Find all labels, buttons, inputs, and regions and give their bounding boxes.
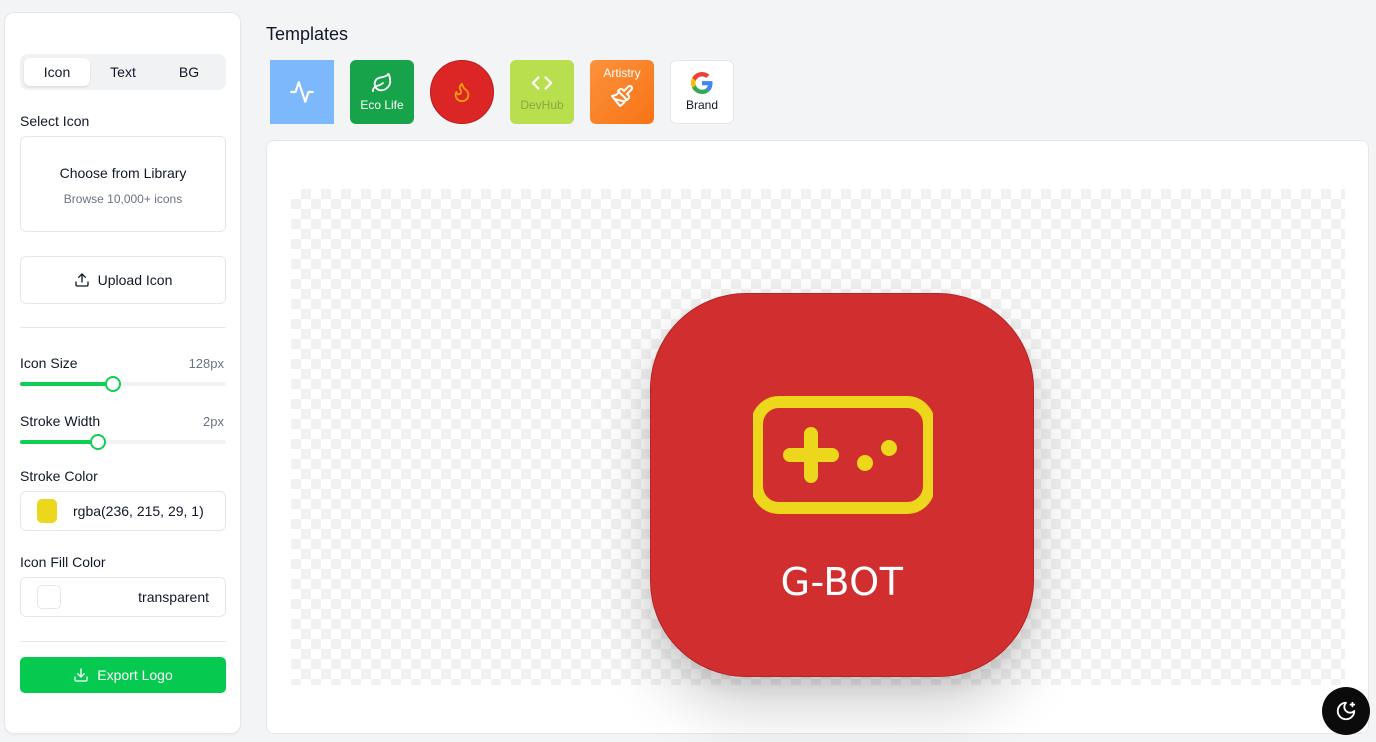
preview-canvas: G-BOT bbox=[266, 140, 1369, 734]
sidebar-tabs: Icon Text BG bbox=[20, 54, 226, 90]
divider bbox=[20, 641, 226, 642]
tab-icon[interactable]: Icon bbox=[24, 58, 90, 86]
export-logo-button[interactable]: Export Logo bbox=[20, 657, 226, 693]
slider-fill bbox=[20, 382, 113, 386]
activity-icon bbox=[290, 81, 314, 103]
template-label: Artistry bbox=[603, 66, 641, 80]
fill-color-label: Icon Fill Color bbox=[20, 554, 106, 570]
template-label: Brand bbox=[685, 98, 719, 112]
download-icon bbox=[74, 668, 88, 682]
icon-size-slider[interactable] bbox=[20, 376, 226, 392]
code-icon bbox=[531, 76, 553, 90]
select-icon-label: Select Icon bbox=[20, 113, 90, 129]
slider-fill bbox=[20, 440, 99, 444]
stroke-color-swatch[interactable] bbox=[37, 499, 57, 523]
fill-color-swatch[interactable] bbox=[37, 585, 61, 609]
template-label: Eco Life bbox=[360, 98, 404, 112]
fill-color-picker[interactable]: transparent bbox=[20, 577, 226, 617]
export-logo-label: Export Logo bbox=[97, 667, 173, 683]
template-flame[interactable] bbox=[430, 60, 494, 124]
template-brand[interactable]: Brand bbox=[670, 60, 734, 124]
template-label: DevHub bbox=[520, 98, 564, 112]
google-icon bbox=[691, 72, 713, 94]
fill-color-value: transparent bbox=[138, 589, 209, 605]
upload-icon bbox=[74, 273, 89, 287]
template-eco-life[interactable]: Eco Life bbox=[350, 60, 414, 124]
template-devhub[interactable]: DevHub bbox=[510, 60, 574, 124]
library-subtitle: Browse 10,000+ icons bbox=[63, 192, 183, 206]
stroke-width-slider[interactable] bbox=[20, 434, 226, 450]
upload-icon-button[interactable]: Upload Icon bbox=[20, 256, 226, 304]
template-activity[interactable] bbox=[270, 60, 334, 124]
transparency-checkerboard: G-BOT bbox=[291, 189, 1345, 685]
icon-size-value: 128px bbox=[188, 356, 224, 371]
template-artistry[interactable]: Artistry bbox=[590, 60, 654, 124]
upload-icon-label: Upload Icon bbox=[97, 272, 173, 288]
stroke-color-label: Stroke Color bbox=[20, 468, 98, 484]
leaf-icon bbox=[371, 72, 392, 93]
logo-text: G-BOT bbox=[780, 560, 904, 604]
theme-toggle-button[interactable] bbox=[1322, 687, 1370, 735]
icon-size-label: Icon Size bbox=[20, 355, 78, 371]
paintbrush-icon bbox=[611, 85, 633, 107]
sidebar: Icon Text BG Select Icon Choose from Lib… bbox=[4, 12, 241, 734]
gamepad-icon bbox=[753, 396, 933, 514]
choose-library-button[interactable]: Choose from Library Browse 10,000+ icons bbox=[20, 136, 226, 232]
flame-icon bbox=[454, 82, 470, 103]
tab-text[interactable]: Text bbox=[90, 58, 156, 86]
divider bbox=[20, 327, 226, 328]
stroke-width-label: Stroke Width bbox=[20, 413, 101, 429]
tab-bg[interactable]: BG bbox=[156, 58, 222, 86]
stroke-color-picker[interactable]: rgba(236, 215, 29, 1) bbox=[20, 491, 226, 531]
stroke-color-value: rgba(236, 215, 29, 1) bbox=[73, 503, 204, 519]
slider-thumb[interactable] bbox=[90, 434, 107, 450]
slider-thumb[interactable] bbox=[104, 376, 121, 392]
library-title: Choose from Library bbox=[59, 165, 187, 181]
stroke-width-value: 2px bbox=[203, 414, 224, 429]
templates-title: Templates bbox=[266, 24, 349, 44]
moon-sparkle-icon bbox=[1336, 701, 1356, 721]
logo-preview: G-BOT bbox=[650, 293, 1034, 677]
